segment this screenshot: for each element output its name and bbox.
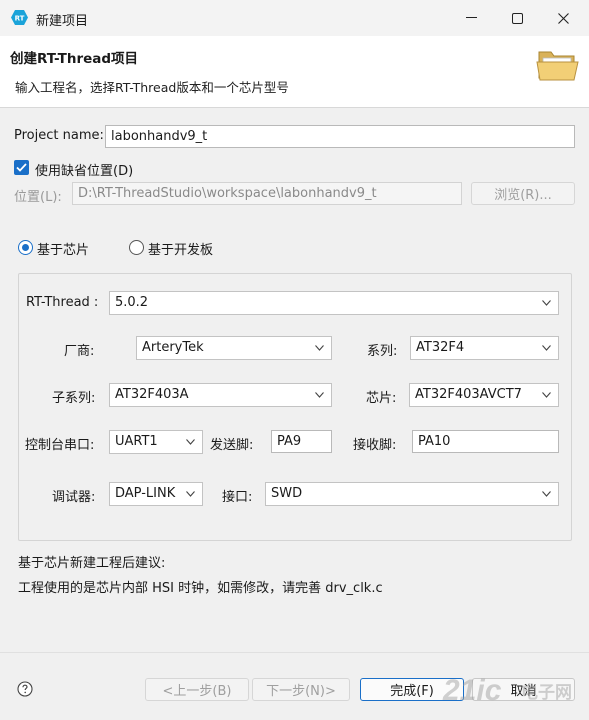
- debugger-label: 调试器:: [52, 490, 96, 505]
- interface-label: 接口:: [222, 490, 253, 505]
- chip-radio-label: 基于芯片: [37, 243, 90, 258]
- help-icon[interactable]: [17, 681, 33, 697]
- console-uart-label: 控制台串口:: [25, 438, 95, 453]
- chevron-down-icon: [186, 439, 195, 445]
- chip-value: AT32F403AVCT7: [415, 387, 522, 402]
- chevron-down-icon: [542, 345, 551, 351]
- board-radio-label: 基于开发板: [148, 243, 214, 258]
- console-uart-value: UART1: [115, 434, 158, 449]
- series-select[interactable]: AT32F4: [410, 336, 559, 360]
- advice-title: 基于芯片新建工程后建议:: [18, 556, 166, 571]
- location-label: 位置(L):: [14, 190, 62, 205]
- watermark-subtext: 电子网: [521, 683, 572, 702]
- tx-pin-label: 发送脚:: [210, 438, 254, 453]
- footer-divider: [0, 652, 589, 653]
- app-icon: RT: [11, 10, 28, 25]
- chevron-down-icon: [315, 392, 324, 398]
- series-value: AT32F4: [416, 340, 465, 355]
- rx-pin-label: 接收脚:: [353, 438, 397, 453]
- window-title: 新建项目: [36, 14, 89, 29]
- sub-series-select[interactable]: AT32F403A: [109, 383, 332, 407]
- close-icon: [557, 12, 569, 24]
- title-bar: RT 新建项目: [0, 0, 589, 36]
- debugger-select[interactable]: DAP-LINK: [109, 482, 203, 506]
- sub-series-label: 子系列:: [52, 391, 96, 406]
- folder-icon: [536, 51, 579, 81]
- sub-series-value: AT32F403A: [115, 387, 189, 402]
- chevron-down-icon: [542, 491, 551, 497]
- vendor-label: 厂商:: [64, 344, 95, 359]
- browse-button[interactable]: 浏览(R)...: [471, 182, 575, 205]
- series-label: 系列:: [367, 344, 398, 359]
- use-default-location-label: 使用缺省位置(D): [35, 164, 134, 179]
- page-description: 输入工程名，选择RT-Thread版本和一个芯片型号: [15, 80, 289, 95]
- rx-pin-input[interactable]: PA10: [412, 430, 559, 453]
- wizard-header: 创建RT-Thread项目 输入工程名，选择RT-Thread版本和一个芯片型号: [0, 36, 589, 108]
- maximize-button[interactable]: [494, 0, 540, 36]
- chevron-down-icon: [315, 345, 324, 351]
- tx-pin-input[interactable]: PA9: [271, 430, 332, 453]
- project-name-label: Project name:: [14, 128, 104, 143]
- chevron-down-icon: [542, 300, 551, 306]
- debugger-value: DAP-LINK: [115, 486, 176, 501]
- back-button[interactable]: <上一步(B): [145, 678, 249, 701]
- rt-thread-version-select[interactable]: 5.0.2: [109, 291, 559, 315]
- maximize-icon: [511, 12, 523, 24]
- watermark-brand: 21ic: [443, 674, 502, 707]
- interface-value: SWD: [271, 486, 303, 501]
- watermark-logo: 21ic 电子网: [443, 672, 585, 716]
- chip-label: 芯片:: [366, 391, 397, 406]
- advice-text: 工程使用的是芯片内部 HSI 时钟，如需修改，请完善 drv_clk.c: [18, 581, 383, 596]
- rt-thread-label: RT-Thread :: [26, 295, 99, 310]
- vendor-value: ArteryTek: [142, 340, 204, 355]
- location-input[interactable]: D:\RT-ThreadStudio\workspace\labonhandv9…: [72, 182, 462, 205]
- chip-select[interactable]: AT32F403AVCT7: [409, 383, 559, 407]
- next-button[interactable]: 下一步(N)>: [252, 678, 350, 701]
- minimize-icon: [465, 17, 477, 18]
- board-radio[interactable]: [129, 240, 144, 255]
- svg-text:RT: RT: [15, 15, 25, 23]
- close-button[interactable]: [540, 0, 586, 36]
- interface-select[interactable]: SWD: [265, 482, 559, 506]
- console-uart-select[interactable]: UART1: [109, 430, 203, 454]
- minimize-button[interactable]: [448, 0, 494, 36]
- use-default-location-checkbox[interactable]: [14, 160, 29, 175]
- checkmark-icon: [16, 163, 27, 172]
- vendor-select[interactable]: ArteryTek: [136, 336, 332, 360]
- chip-radio[interactable]: [18, 240, 33, 255]
- page-title: 创建RT-Thread项目: [10, 51, 139, 67]
- chevron-down-icon: [542, 392, 551, 398]
- chevron-down-icon: [186, 491, 195, 497]
- rt-thread-version-value: 5.0.2: [115, 295, 149, 310]
- project-name-input[interactable]: labonhandv9_t: [105, 125, 575, 148]
